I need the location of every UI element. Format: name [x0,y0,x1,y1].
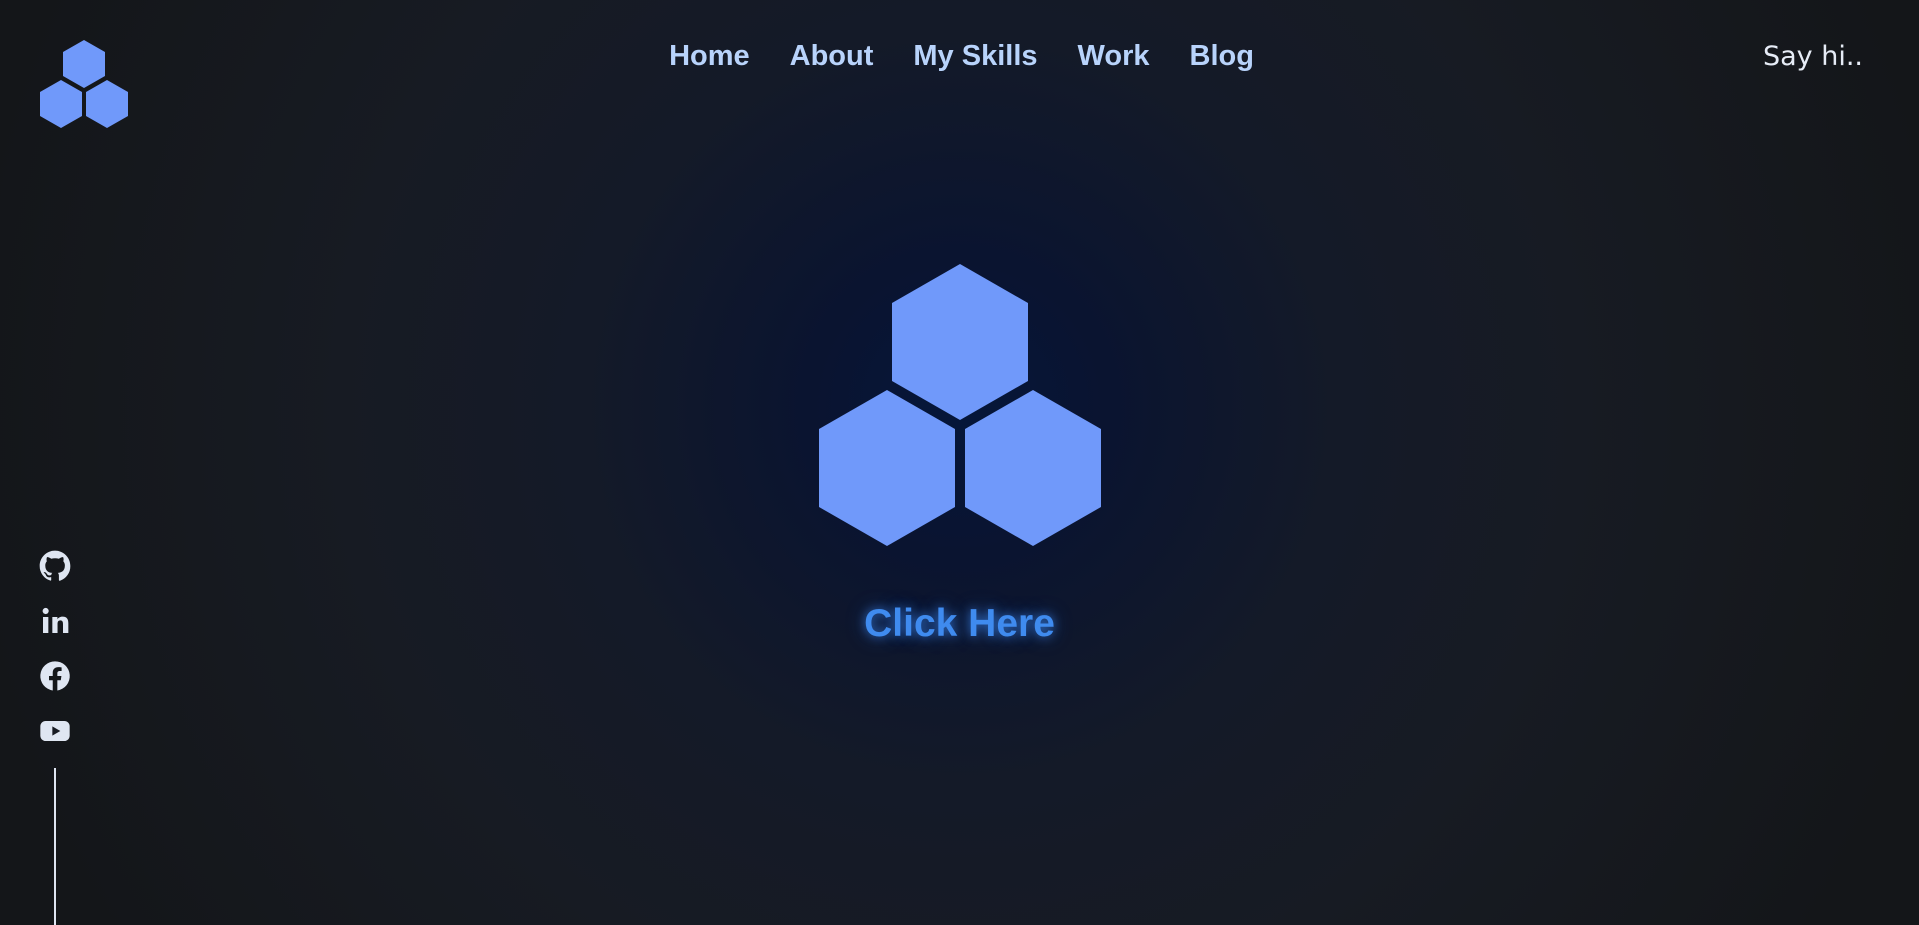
main-nav: Home About My Skills Work Blog [0,38,1919,74]
nav-my-skills-link[interactable]: My Skills [913,38,1037,74]
hero-cta-wrapper: Click Here [0,600,1919,648]
nav-about-link[interactable]: About [790,38,874,74]
main-nav-links: Home About My Skills Work Blog [669,38,1254,74]
click-here-button[interactable]: Click Here [864,600,1055,648]
facebook-icon[interactable] [39,660,71,692]
say-hi-link[interactable]: Say hi.. [1763,40,1863,74]
github-icon[interactable] [39,550,71,582]
nav-home-link[interactable]: Home [669,38,750,74]
nav-blog-link[interactable]: Blog [1190,38,1254,74]
nav-work-link[interactable]: Work [1078,38,1150,74]
social-links [38,550,72,747]
youtube-icon[interactable] [39,715,71,747]
social-divider-line [54,768,56,925]
hero-hexagon-cluster-icon[interactable] [816,262,1102,548]
